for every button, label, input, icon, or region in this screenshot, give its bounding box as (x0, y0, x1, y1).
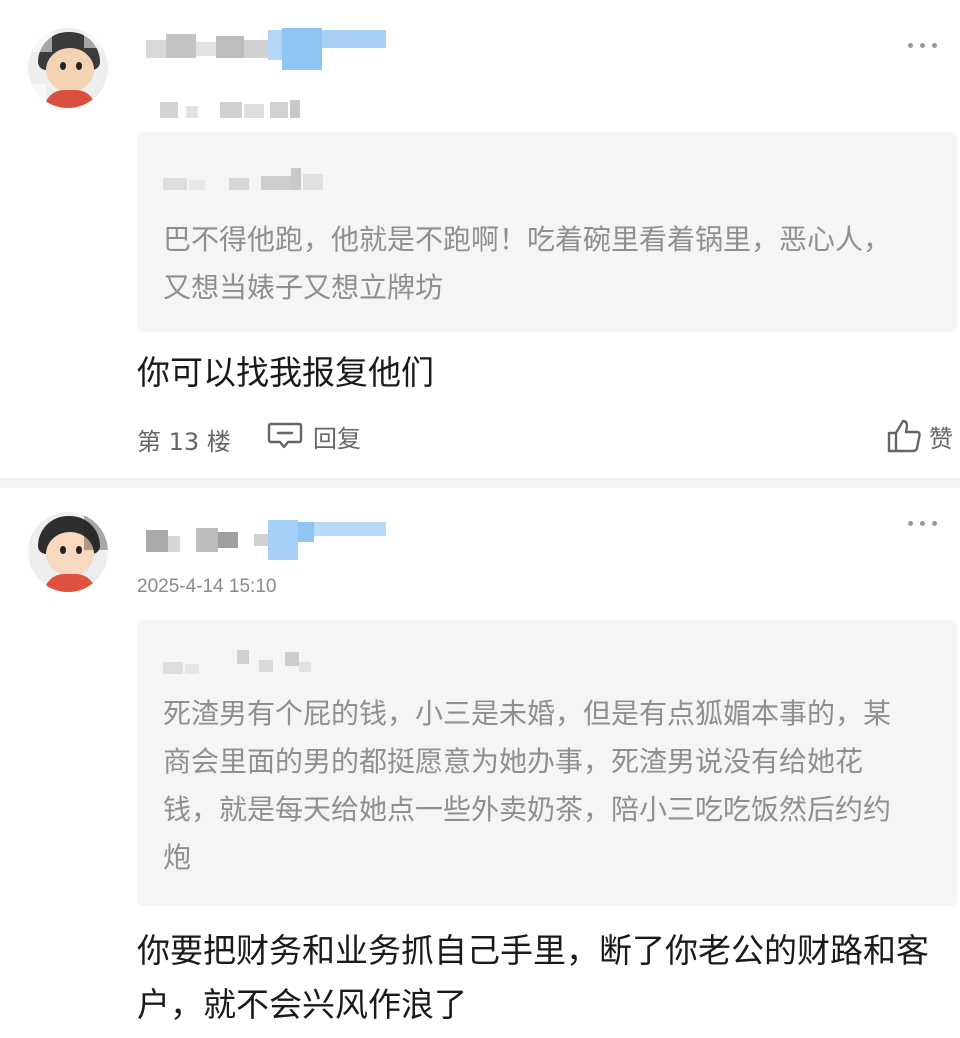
quoted-text: 死渣男有个屁的钱，小三是未婚，但是有点狐媚本事的，某商会里面的男的都挺愿意为她办… (163, 697, 892, 874)
quoted-author-blurred (163, 164, 343, 190)
thumbs-up-icon (885, 417, 923, 455)
quoted-author-blurred (163, 648, 343, 674)
comment-bubble-icon (267, 421, 303, 451)
comment-text: 你要把财务和业务抓自己手里，断了你老公的财路和客户，就不会兴风作浪了 (137, 931, 929, 1024)
floor-number: 第 13 楼 (137, 428, 231, 456)
comment-text: 你可以找我报复他们 (137, 353, 434, 392)
timestamp: 2025-4-14 15:10 (137, 576, 277, 597)
reply-label: 回复 (313, 424, 361, 453)
quoted-text: 巴不得他跑，他就是不跑啊！吃着碗里看着锅里，恶心人，又想当婊子又想立牌坊 (163, 223, 892, 304)
username-blurred[interactable] (146, 520, 406, 560)
quoted-comment[interactable]: 死渣男有个屁的钱，小三是未婚，但是有点狐媚本事的，某商会里面的男的都挺愿意为她办… (137, 620, 957, 906)
like-label: 赞 (929, 424, 953, 453)
comment-card: 巴不得他跑，他就是不跑啊！吃着碗里看着锅里，恶心人，又想当婊子又想立牌坊 你可以… (0, 0, 960, 478)
comment-footer: 第 13 楼 回复 赞 (137, 416, 957, 456)
more-icon[interactable] (908, 518, 938, 530)
comment-divider (0, 478, 960, 488)
more-icon[interactable] (908, 40, 938, 52)
comment-card: 2025-4-14 15:10 死渣男有个屁的钱，小三是未婚，但是有点狐媚本事的… (0, 488, 960, 1038)
like-button[interactable]: 赞 (885, 416, 953, 456)
username-blurred[interactable] (146, 26, 406, 70)
timestamp-blurred (160, 98, 310, 120)
avatar[interactable] (28, 28, 108, 108)
avatar[interactable] (28, 512, 108, 592)
quoted-comment[interactable]: 巴不得他跑，他就是不跑啊！吃着碗里看着锅里，恶心人，又想当婊子又想立牌坊 (137, 132, 957, 332)
reply-button[interactable]: 回复 (267, 416, 361, 456)
